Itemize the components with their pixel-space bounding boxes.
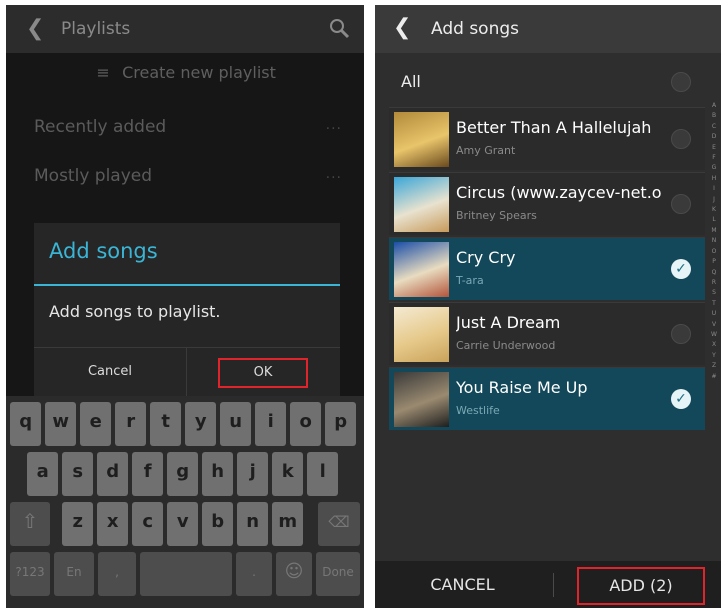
key-i[interactable]: i bbox=[255, 402, 287, 446]
song-row[interactable]: Just A Dream Carrie Underwood bbox=[389, 302, 705, 365]
page-title: Playlists bbox=[61, 19, 131, 39]
create-playlist-button[interactable]: ≡ Create new playlist bbox=[6, 63, 364, 82]
key-o[interactable]: o bbox=[290, 402, 322, 446]
cancel-button[interactable]: Cancel bbox=[34, 347, 186, 396]
key-n[interactable]: n bbox=[237, 502, 269, 546]
keyboard-row-3: ⇧ zxcvbnm ⌫ bbox=[6, 502, 364, 550]
song-checkbox[interactable] bbox=[671, 324, 691, 344]
song-artist: Westlife bbox=[456, 404, 500, 417]
song-artist: Britney Spears bbox=[456, 209, 537, 222]
key-g[interactable]: g bbox=[167, 452, 199, 496]
key-b[interactable]: b bbox=[202, 502, 234, 546]
checked-checkbox-icon[interactable]: ✓ bbox=[671, 389, 691, 409]
song-artist: T-ara bbox=[456, 274, 484, 287]
add-songs-screen: ❮ Add songs All Better Than A Hallelujah… bbox=[375, 5, 721, 608]
playlist-row[interactable]: Mostly played bbox=[34, 166, 152, 186]
key-v[interactable]: v bbox=[167, 502, 199, 546]
back-chevron-icon[interactable]: ❮ bbox=[26, 16, 44, 41]
key-z[interactable]: z bbox=[62, 502, 94, 546]
key-f[interactable]: f bbox=[132, 452, 164, 496]
song-artist: Amy Grant bbox=[456, 144, 516, 157]
key-e[interactable]: e bbox=[80, 402, 112, 446]
select-all-row[interactable]: All bbox=[389, 57, 705, 107]
dialog-message: Add songs to playlist. bbox=[49, 302, 221, 321]
song-row[interactable]: Better Than A Hallelujah Amy Grant bbox=[389, 107, 705, 170]
action-bar: ❮ Add songs bbox=[375, 5, 721, 53]
album-art bbox=[394, 112, 449, 167]
dialog-title: Add songs bbox=[49, 239, 158, 263]
key-r[interactable]: r bbox=[115, 402, 147, 446]
select-all-label: All bbox=[401, 72, 421, 91]
add-button[interactable]: ADD (2) bbox=[577, 567, 705, 605]
key-x[interactable]: x bbox=[97, 502, 129, 546]
button-separator bbox=[553, 573, 554, 597]
add-songs-dialog: Add songs Add songs to playlist. Cancel … bbox=[34, 223, 340, 396]
song-row[interactable]: Cry Cry T-ara ✓ bbox=[389, 237, 705, 300]
checked-checkbox-icon[interactable]: ✓ bbox=[671, 259, 691, 279]
key-h[interactable]: h bbox=[202, 452, 234, 496]
select-all-checkbox[interactable] bbox=[671, 72, 691, 92]
dialog-divider bbox=[34, 284, 340, 286]
key-a[interactable]: a bbox=[27, 452, 59, 496]
space-key[interactable] bbox=[140, 552, 232, 596]
song-title: Just A Dream bbox=[456, 313, 561, 332]
song-checkbox[interactable] bbox=[671, 129, 691, 149]
comma-key[interactable]: , bbox=[98, 552, 136, 596]
key-j[interactable]: j bbox=[237, 452, 269, 496]
keyboard-row-4: ?123 En , . ☺ Done bbox=[6, 552, 364, 600]
album-art bbox=[394, 242, 449, 297]
key-t[interactable]: t bbox=[150, 402, 182, 446]
symbols-key[interactable]: ?123 bbox=[10, 552, 50, 596]
create-playlist-label: Create new playlist bbox=[122, 63, 276, 82]
alphabet-index-scrollbar[interactable]: A B C D E F G H I J K L M N O P Q R S T U V W X Y Z # bbox=[709, 101, 719, 382]
key-w[interactable]: w bbox=[45, 402, 77, 446]
key-s[interactable]: s bbox=[62, 452, 94, 496]
overflow-dots-icon[interactable]: ··· bbox=[326, 121, 342, 137]
key-q[interactable]: q bbox=[10, 402, 42, 446]
key-m[interactable]: m bbox=[272, 502, 304, 546]
album-art bbox=[394, 177, 449, 232]
key-p[interactable]: p bbox=[325, 402, 357, 446]
letter-keys: zxcvbnm bbox=[6, 502, 364, 550]
playlist-row[interactable]: Recently added bbox=[34, 117, 166, 137]
backspace-key-icon[interactable]: ⌫ bbox=[318, 502, 360, 546]
playlist-add-icon: ≡ bbox=[96, 63, 110, 82]
overflow-dots-icon[interactable]: ··· bbox=[326, 170, 342, 186]
song-list: All Better Than A Hallelujah Amy Grant Cir… bbox=[389, 57, 705, 557]
key-c[interactable]: c bbox=[132, 502, 164, 546]
album-art bbox=[394, 372, 449, 427]
song-checkbox[interactable] bbox=[671, 194, 691, 214]
album-art bbox=[394, 307, 449, 362]
keyboard-row-1: qwertyuiop bbox=[6, 402, 364, 450]
key-d[interactable]: d bbox=[97, 452, 129, 496]
soft-keyboard: qwertyuiop asdfghjkl ⇧ zxcvbnm ⌫ ?123 En… bbox=[6, 396, 364, 608]
playlist-label: Recently added bbox=[34, 117, 167, 137]
song-artist: Carrie Underwood bbox=[456, 339, 556, 352]
key-u[interactable]: u bbox=[220, 402, 252, 446]
dialog-button-separator bbox=[186, 347, 187, 396]
period-key[interactable]: . bbox=[236, 552, 272, 596]
playlist-label: Mostly played bbox=[34, 166, 153, 186]
key-l[interactable]: l bbox=[307, 452, 339, 496]
key-k[interactable]: k bbox=[272, 452, 304, 496]
back-chevron-icon[interactable]: ❮ bbox=[393, 15, 411, 40]
song-title: Cry Cry bbox=[456, 248, 516, 267]
keyboard-row-2: asdfghjkl bbox=[6, 452, 364, 500]
playlists-screen: ❮ Playlists ≡ Create new playlist Recentl… bbox=[6, 5, 364, 608]
song-row[interactable]: Circus (www.zaycev-net.o Britney Spears bbox=[389, 172, 705, 235]
search-icon[interactable] bbox=[328, 17, 350, 39]
action-bar: ❮ Playlists bbox=[6, 5, 364, 53]
song-title: You Raise Me Up bbox=[456, 378, 588, 397]
done-key[interactable]: Done bbox=[316, 552, 360, 596]
song-title: Better Than A Hallelujah bbox=[456, 118, 652, 137]
key-y[interactable]: y bbox=[185, 402, 217, 446]
emoji-key-icon[interactable]: ☺ bbox=[276, 552, 312, 596]
song-title: Circus (www.zaycev-net.o bbox=[456, 183, 662, 202]
page-title: Add songs bbox=[431, 19, 519, 39]
language-key[interactable]: En bbox=[54, 552, 94, 596]
song-row[interactable]: You Raise Me Up Westlife ✓ bbox=[389, 367, 705, 430]
ok-button[interactable]: OK bbox=[218, 358, 308, 388]
cancel-button[interactable]: CANCEL bbox=[375, 561, 550, 608]
bottom-action-bar: CANCEL ADD (2) bbox=[375, 561, 721, 608]
